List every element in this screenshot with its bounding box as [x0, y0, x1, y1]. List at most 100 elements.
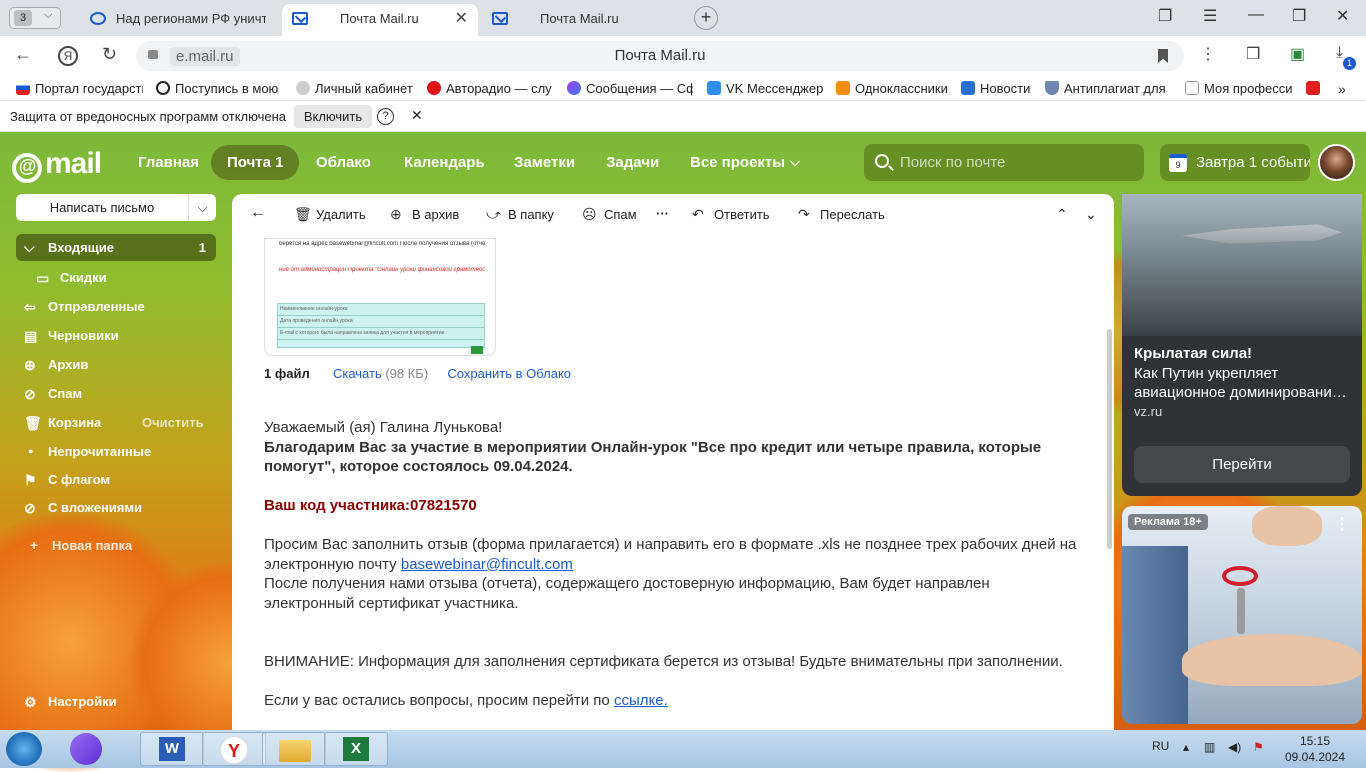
delete-button[interactable]: 🗑 Удалить [294, 206, 366, 223]
download-link[interactable]: Скачать [333, 366, 382, 381]
reply-icon: ↶ [692, 206, 704, 222]
alice-assistant-icon[interactable] [70, 733, 102, 765]
calendar-tomorrow-widget[interactable]: 9 Завтра 1 событие [1160, 144, 1310, 181]
compose-button[interactable]: Написать письмо ⌵ [16, 194, 216, 221]
nav-home[interactable]: Главная [138, 154, 199, 171]
nav-all-projects[interactable]: Все проекты [690, 154, 785, 171]
bookmark-item[interactable]: Одноклассники [836, 81, 950, 96]
attachment-bar: 1 файл Скачать (98 КБ) Сохранить в Облак… [264, 366, 571, 381]
browser-tab-mail[interactable]: Почта Mail.ru [482, 4, 682, 36]
bookmark-item[interactable]: Личный кабинет [296, 81, 416, 96]
unread-dot-icon: ● [28, 446, 34, 456]
news-text: Как Путин укрепляет авиационное доминиро… [1134, 365, 1347, 401]
network-icon[interactable]: ▥ [1204, 740, 1215, 754]
questions-link[interactable]: ссылке. [614, 692, 668, 709]
collections-icon[interactable]: ❒ [1246, 44, 1260, 64]
help-icon[interactable]: ? [377, 108, 394, 125]
bookmarks-panel-icon[interactable]: ❐ [1158, 6, 1172, 26]
bookmark-item[interactable]: Новости [961, 81, 1035, 96]
empty-trash-button[interactable]: Очистить [142, 415, 204, 430]
chevron-down-icon[interactable]: ⌄ [1085, 206, 1097, 223]
excel-taskbar-icon[interactable]: X [324, 732, 388, 766]
chevron-down-icon[interactable]: ⌵ [188, 194, 216, 221]
folder-inbox[interactable]: ⌵ Входящие 1 [16, 234, 216, 261]
bookmark-item-extra[interactable] [1306, 81, 1325, 96]
thanks-text: Благодарим Вас за участие в мероприятии … [264, 438, 1042, 476]
email-link[interactable]: basewebinar@fincult.com [401, 556, 573, 573]
chevron-down-icon[interactable]: ⌵ [790, 154, 800, 170]
minimize-icon[interactable]: — [1248, 6, 1264, 24]
nav-mail[interactable]: Почта 1 [211, 145, 300, 180]
new-tab-button[interactable]: + [694, 6, 718, 30]
flag-warning-icon[interactable]: ⚑ [1253, 740, 1264, 754]
go-button[interactable]: Перейти [1134, 446, 1350, 483]
ad-menu-icon[interactable]: ⋮ [1334, 514, 1350, 534]
file-size: (98 КБ) [385, 366, 429, 381]
more-bookmarks-icon[interactable]: » [1338, 81, 1346, 97]
bookmark-item[interactable]: Моя професси [1185, 81, 1298, 96]
bookmarks-bar: Портал государств Поступись в мою Личный… [0, 76, 1366, 101]
close-tab-icon[interactable]: ✕ [455, 5, 468, 33]
tab-title: Почта Mail.ru [340, 11, 419, 26]
browser-tab-mail-active[interactable]: Почта Mail.ru ✕ [282, 4, 478, 36]
forward-button[interactable]: ↷ Переслать [798, 206, 885, 223]
reply-button[interactable]: ↶ Ответить [692, 206, 770, 223]
nav-notes[interactable]: Заметки [514, 154, 575, 171]
save-to-cloud-link[interactable]: Сохранить в Облако [447, 366, 571, 381]
yandex-browser-taskbar-icon[interactable]: Y [202, 732, 266, 766]
explorer-taskbar-icon[interactable] [262, 732, 326, 766]
menu-icon[interactable]: ☰ [1203, 6, 1217, 26]
close-icon[interactable]: ✕ [411, 107, 423, 124]
reload-icon[interactable]: ↻ [102, 44, 117, 65]
volume-icon[interactable]: ◀) [1228, 740, 1241, 754]
bookmark-item[interactable]: Поступись в мою [156, 81, 278, 96]
system-clock[interactable]: 15:15 09.04.2024 [1282, 733, 1348, 765]
restore-icon[interactable]: ❐ [1292, 6, 1306, 26]
browser-tab-news[interactable]: Над регионами РФ уничтоже [80, 4, 280, 36]
bookmark-item[interactable]: Портал государств [16, 81, 143, 96]
mail-search[interactable]: Поиск по почте [864, 144, 1144, 181]
move-to-folder-button[interactable]: ⤻ В папку [486, 206, 554, 223]
user-avatar[interactable] [1318, 144, 1355, 181]
word-taskbar-icon[interactable]: W [140, 732, 204, 766]
news-ad-card[interactable]: Крылатая сила! Как Путин укрепляет авиац… [1122, 194, 1362, 496]
letter-view: ← 🗑 Удалить ⊕ В архив ⤻ В папку ☹ Спам ··· ↶… [232, 194, 1114, 730]
archive-button[interactable]: ⊕ В архив [390, 206, 459, 223]
unread-count: 1 [198, 240, 206, 255]
mail-sidebar: Написать письмо ⌵ ⌵ Входящие 1 ▭ Скидки … [0, 194, 232, 730]
bookmark-item[interactable]: Антиплагиат для [1045, 81, 1170, 96]
attachment-preview[interactable]: берется на адрес basewebinar@fincult.com… [264, 238, 496, 356]
nav-tasks[interactable]: Задачи [606, 154, 659, 171]
promo-ad-card[interactable]: Реклама 18+ ⋮ [1122, 506, 1362, 724]
url-page-title: Почта Mail.ru [614, 47, 706, 64]
downloads-icon[interactable]: ⤓ [1336, 44, 1343, 62]
bookmark-item[interactable]: Авторадио — слу [427, 81, 553, 96]
tab-group-counter[interactable]: 3 ⌵ [9, 7, 61, 29]
nav-cloud[interactable]: Облако [316, 154, 371, 171]
back-arrow-icon[interactable]: ← [14, 44, 32, 65]
back-arrow-icon[interactable]: ← [250, 204, 266, 222]
move-folder-icon: ⤻ [486, 206, 501, 222]
url-field[interactable]: e.mail.ru Почта Mail.ru [136, 41, 1184, 71]
letter-body: Уважаемый (ая) Галина Лунькова! Благодар… [264, 418, 1084, 711]
chevron-up-icon[interactable]: ⌃ [1056, 206, 1068, 223]
yandex-icon[interactable]: Я [58, 46, 78, 66]
spam-button[interactable]: ☹ Спам [582, 206, 637, 223]
hand-shape [1252, 506, 1322, 546]
nav-calendar[interactable]: Календарь [404, 154, 485, 171]
bookmark-item[interactable]: Сообщения — Сф [567, 81, 693, 96]
play-icon [427, 81, 441, 95]
more-actions-button[interactable]: ··· [656, 206, 669, 221]
extension-icon[interactable]: ▣ [1290, 44, 1305, 64]
bookmark-item[interactable]: VK Мессенджер [707, 81, 825, 96]
more-vert-icon[interactable]: ⋮ [1200, 44, 1216, 64]
enable-protection-button[interactable]: Включить [294, 105, 372, 128]
close-window-icon[interactable]: ✕ [1336, 6, 1349, 26]
start-button[interactable] [6, 732, 42, 766]
address-bar-row: ← Я ↻ e.mail.ru Почта Mail.ru ⋮ ❒ ▣ ⤓ 1 [0, 36, 1366, 76]
language-indicator[interactable]: RU [1152, 739, 1169, 753]
flag-icon [16, 81, 30, 95]
tray-arrow-icon[interactable]: ▴ [1183, 740, 1189, 754]
mail-logo[interactable]: @ mail [12, 147, 102, 183]
scrollbar[interactable] [1107, 329, 1112, 549]
